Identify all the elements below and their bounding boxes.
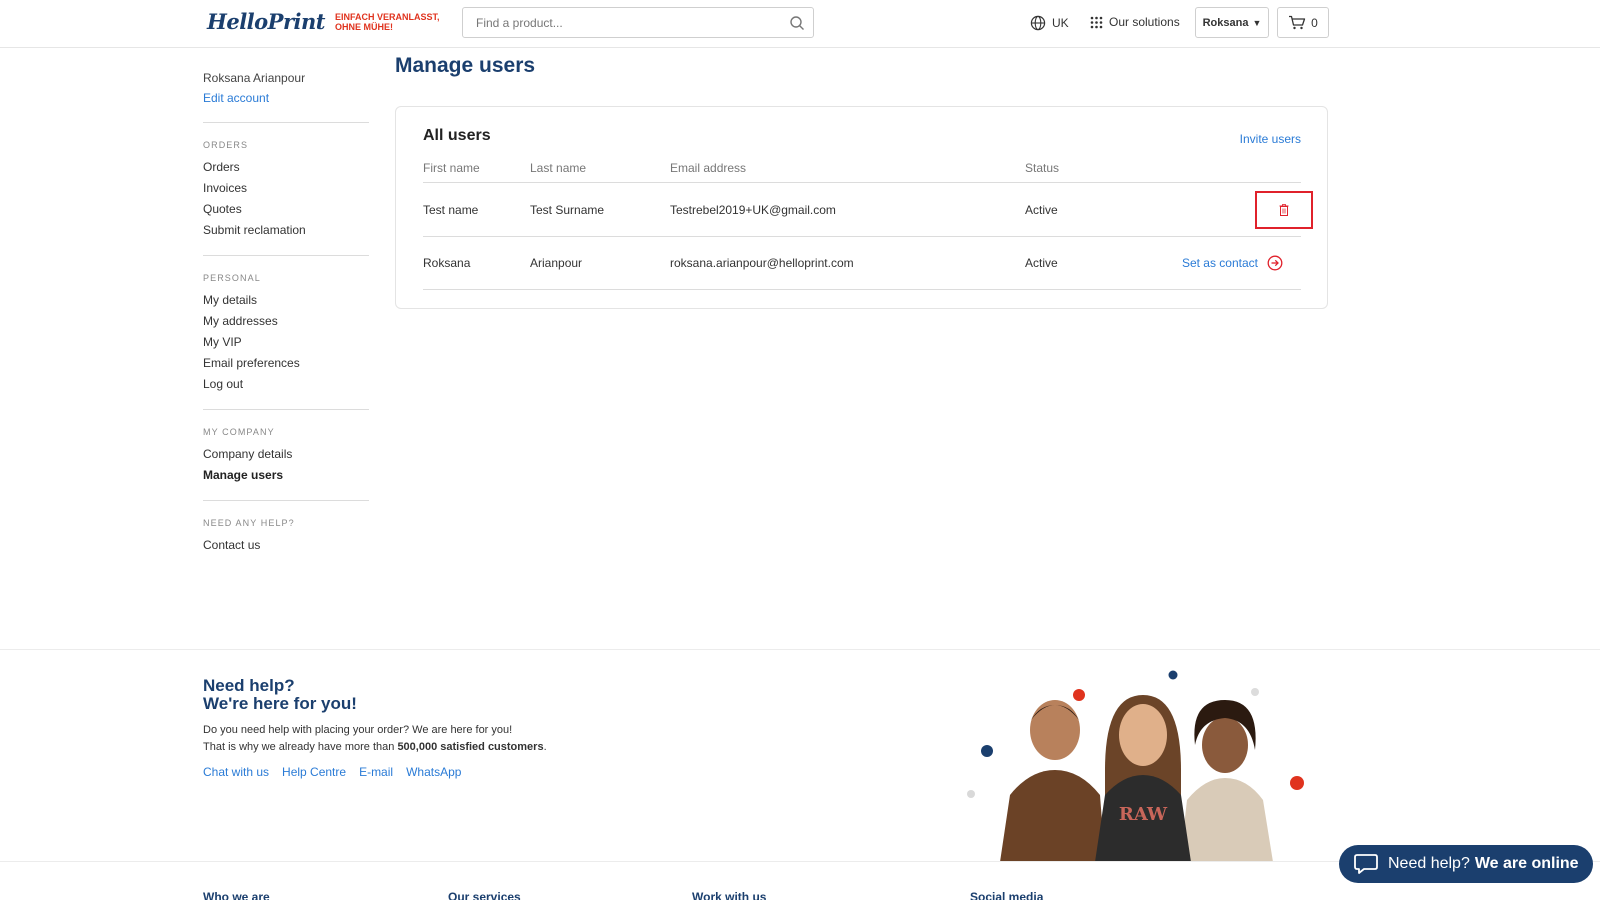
sidebar-divider bbox=[203, 500, 369, 501]
sidebar-heading-need-help: NEED ANY HELP? bbox=[203, 518, 295, 528]
sidebar-item-log-out[interactable]: Log out bbox=[203, 374, 369, 395]
help-title: Need help? We're here for you! bbox=[203, 676, 357, 713]
grid-icon bbox=[1090, 16, 1103, 28]
footer-heading-our-services: Our services bbox=[448, 890, 521, 900]
table-row: Roksana Arianpour roksana.arianpour@hell… bbox=[423, 237, 1301, 290]
arrow-circle-right-icon bbox=[1267, 255, 1283, 271]
user-name: Roksana bbox=[1202, 16, 1249, 29]
sidebar-heading-orders: ORDERS bbox=[203, 140, 249, 150]
account-name: Roksana Arianpour bbox=[203, 71, 306, 85]
caret-down-icon: ▼ bbox=[1252, 17, 1262, 28]
whatsapp-link[interactable]: WhatsApp bbox=[406, 765, 461, 779]
sidebar-item-orders[interactable]: Orders bbox=[203, 157, 369, 178]
column-header-email: Email address bbox=[670, 161, 747, 175]
footer-heading-social-media: Social media bbox=[970, 890, 1044, 900]
logo-wordmark: HelloPrint bbox=[207, 9, 325, 34]
table-header: First name Last name Email address Statu… bbox=[423, 157, 1301, 183]
sidebar-heading-personal: PERSONAL bbox=[203, 273, 261, 283]
cell-status: Active bbox=[1025, 256, 1058, 270]
footer-heading-who-we-are: Who we are bbox=[203, 890, 270, 900]
svg-text:RAW: RAW bbox=[1119, 804, 1168, 825]
chat-bubble-icon bbox=[1354, 854, 1378, 874]
footer-heading-work-with-us: Work with us bbox=[692, 890, 767, 900]
logo-tagline: EINFACH VERANLASST, OHNE MÜHE! bbox=[334, 11, 440, 32]
sidebar-item-quotes[interactable]: Quotes bbox=[203, 199, 369, 220]
search-input[interactable] bbox=[463, 8, 763, 37]
set-as-contact-label: Set as contact bbox=[1181, 256, 1258, 270]
help-links: Chat with us Help Centre E-mail WhatsApp bbox=[203, 765, 461, 779]
support-team-image: RAW bbox=[967, 670, 1304, 862]
row-actions bbox=[1255, 184, 1313, 236]
cell-last-name: Arianpour bbox=[530, 256, 583, 270]
help-centre-link[interactable]: Help Centre bbox=[282, 765, 346, 779]
region-selector[interactable]: UK bbox=[1030, 15, 1069, 31]
card-title: All users bbox=[423, 127, 491, 144]
sidebar-item-contact-us[interactable]: Contact us bbox=[203, 535, 369, 556]
chat-status: We are online bbox=[1474, 855, 1579, 872]
top-header: HelloPrint EINFACH VERANLASST, OHNE MÜHE… bbox=[0, 0, 1600, 48]
globe-icon bbox=[1030, 15, 1046, 31]
our-solutions-menu[interactable]: Our solutions bbox=[1090, 15, 1180, 29]
helloprint-logo[interactable]: HelloPrint EINFACH VERANLASST, OHNE MÜHE… bbox=[207, 9, 439, 34]
user-menu-button[interactable]: Roksana ▼ bbox=[1195, 7, 1269, 38]
sidebar-item-my-addresses[interactable]: My addresses bbox=[203, 311, 369, 332]
cell-last-name: Test Surname bbox=[530, 203, 605, 217]
email-link[interactable]: E-mail bbox=[359, 765, 393, 779]
sidebar-divider bbox=[203, 122, 369, 123]
sidebar-item-company-details[interactable]: Company details bbox=[203, 444, 369, 465]
sidebar-item-email-preferences[interactable]: Email preferences bbox=[203, 353, 369, 374]
help-section: Need help? We're here for you! Do you ne… bbox=[0, 649, 1600, 862]
cell-first-name: Roksana bbox=[423, 256, 471, 270]
delete-user-button[interactable] bbox=[1255, 191, 1313, 229]
users-card: All users Invite users First name Last n… bbox=[395, 106, 1328, 309]
table-row: Test name Test Surname Testrebel2019+UK@… bbox=[423, 184, 1313, 237]
cart-count: 0 bbox=[1311, 15, 1318, 30]
set-as-contact-link[interactable]: Set as contact bbox=[1182, 255, 1283, 271]
account-sidebar: Roksana Arianpour Edit account ORDERS Or… bbox=[203, 68, 369, 556]
cart-button[interactable]: 0 bbox=[1277, 7, 1329, 38]
cell-status: Active bbox=[1025, 203, 1058, 217]
search-box bbox=[462, 7, 814, 38]
column-header-first-name: First name bbox=[423, 161, 480, 175]
search-icon[interactable] bbox=[789, 15, 805, 31]
sidebar-item-my-vip[interactable]: My VIP bbox=[203, 332, 369, 353]
sidebar-item-manage-users[interactable]: Manage users bbox=[203, 465, 369, 486]
help-text: Do you need help with placing your order… bbox=[203, 724, 547, 753]
page-title: Manage users bbox=[395, 54, 536, 77]
sidebar-item-submit-reclamation[interactable]: Submit reclamation bbox=[203, 220, 369, 241]
cart-icon bbox=[1289, 15, 1306, 30]
invite-users-link[interactable]: Invite users bbox=[1240, 132, 1301, 146]
chat-label: Need help? bbox=[1388, 855, 1470, 872]
trash-icon bbox=[1279, 204, 1289, 216]
chat-with-us-link[interactable]: Chat with us bbox=[203, 765, 269, 779]
cell-email: roksana.arianpour@helloprint.com bbox=[670, 256, 854, 270]
sidebar-heading-my-company: MY COMPANY bbox=[203, 427, 275, 437]
our-solutions-label: Our solutions bbox=[1109, 15, 1180, 29]
sidebar-item-my-details[interactable]: My details bbox=[203, 290, 369, 311]
sidebar-divider bbox=[203, 409, 369, 410]
column-header-status: Status bbox=[1025, 161, 1060, 175]
cell-email: Testrebel2019+UK@gmail.com bbox=[670, 203, 836, 217]
edit-account-link[interactable]: Edit account bbox=[203, 88, 369, 108]
region-label: UK bbox=[1052, 16, 1069, 30]
live-chat-button[interactable]: Need help? We are online bbox=[1339, 845, 1593, 883]
cell-first-name: Test name bbox=[423, 203, 479, 217]
sidebar-divider bbox=[203, 255, 369, 256]
column-header-last-name: Last name bbox=[530, 161, 587, 175]
row-actions: Set as contact bbox=[1182, 237, 1301, 289]
sidebar-item-invoices[interactable]: Invoices bbox=[203, 178, 369, 199]
